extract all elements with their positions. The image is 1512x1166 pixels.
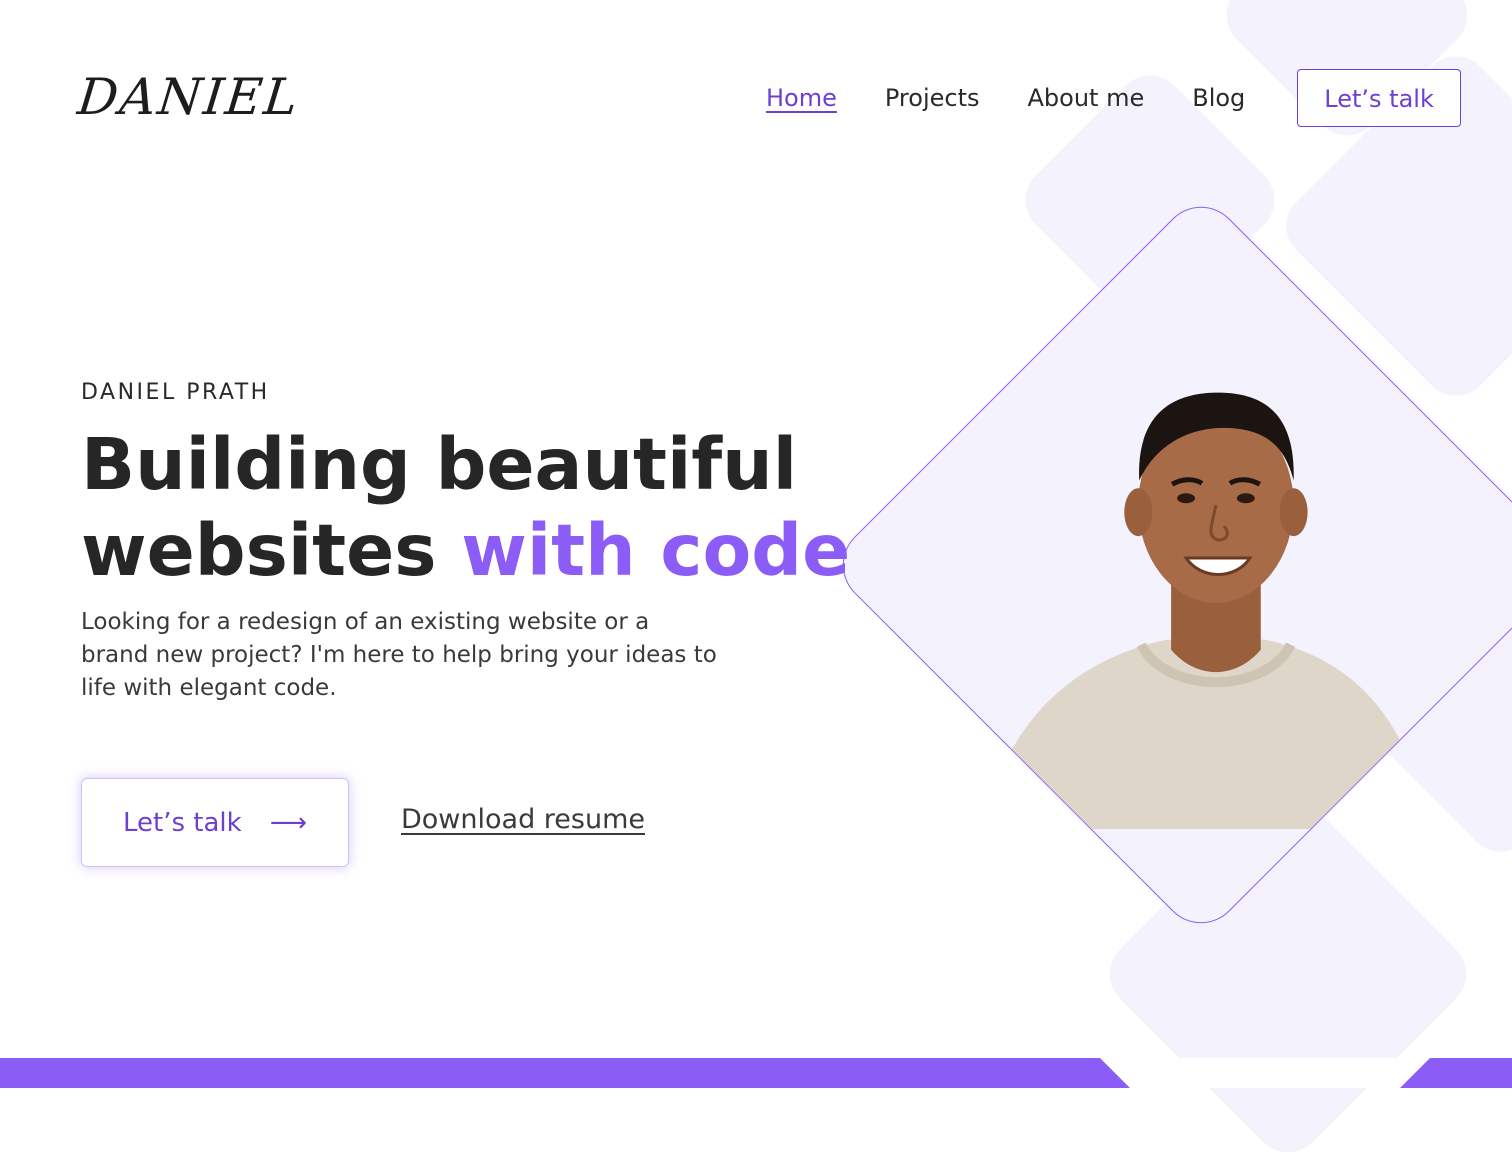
site-logo[interactable]: DANIEL xyxy=(75,68,303,126)
nav-link-blog[interactable]: Blog xyxy=(1192,84,1245,112)
hero-headline: Building beautiful websites with code xyxy=(81,422,850,594)
download-resume-link[interactable]: Download resume xyxy=(401,804,645,835)
header-lets-talk-button[interactable]: Let’s talk xyxy=(1297,69,1461,127)
headline-accent: with code xyxy=(461,509,851,592)
headline-line-1: Building beautiful xyxy=(81,423,798,506)
hero-description: Looking for a redesign of an existing we… xyxy=(81,609,717,701)
footer-accent-notch xyxy=(1100,1058,1430,1088)
nav-link-projects[interactable]: Projects xyxy=(885,84,980,112)
portrait-photo xyxy=(937,301,1465,829)
hero-eyebrow: DANIEL PRATH xyxy=(81,380,270,405)
lets-talk-button[interactable]: Let’s talk ⟶ xyxy=(81,778,349,867)
nav-link-about[interactable]: About me xyxy=(1028,84,1145,112)
nav-link-home[interactable]: Home xyxy=(766,84,837,112)
headline-line-2-plain: websites xyxy=(81,509,437,592)
arrow-right-icon: ⟶ xyxy=(269,807,307,838)
lets-talk-label: Let’s talk xyxy=(123,807,242,838)
main-nav: Home Projects About me Blog Let’s talk xyxy=(766,68,1461,128)
